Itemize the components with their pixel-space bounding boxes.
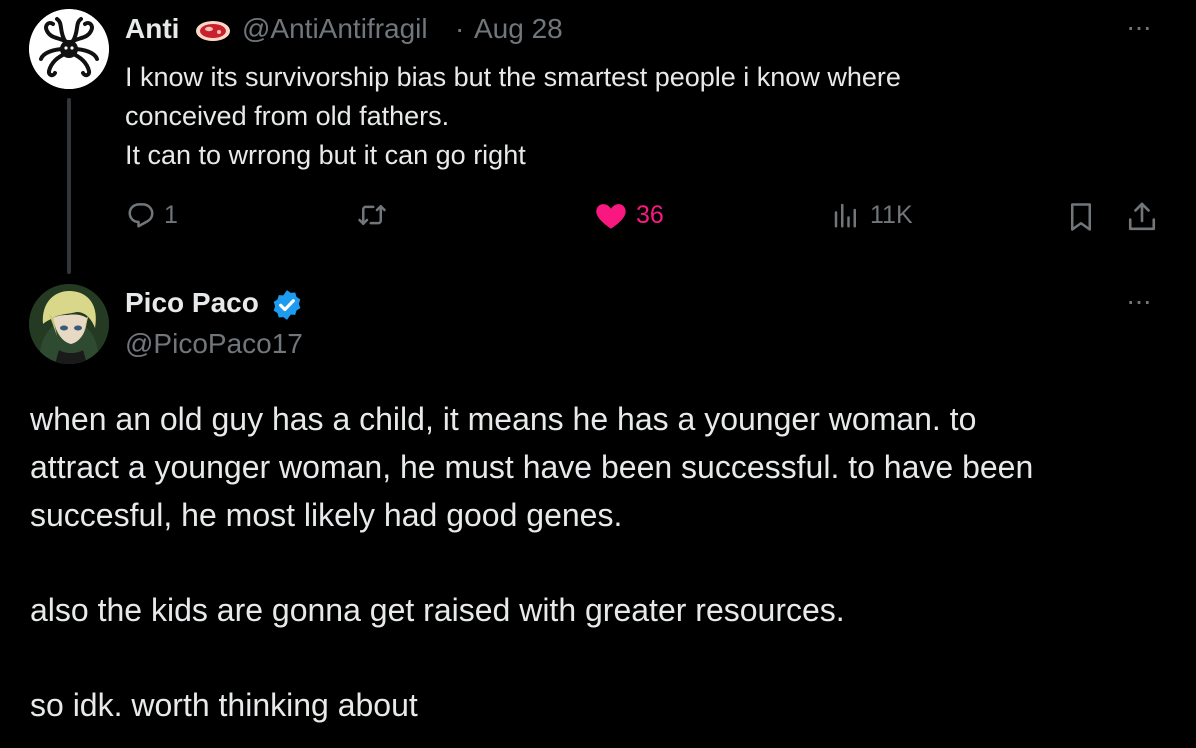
reply-count: 1: [164, 200, 178, 229]
heart-filled-icon: [596, 204, 626, 229]
views-button[interactable]: 11K: [830, 200, 913, 230]
bookmark-button[interactable]: [1066, 200, 1096, 234]
parent-handle[interactable]: @AntiAntifragil: [242, 13, 428, 45]
retweet-icon: [358, 205, 386, 225]
anime-avatar-icon: [29, 284, 109, 364]
view-count: 11K: [870, 200, 913, 229]
parent-avatar[interactable]: [29, 9, 109, 89]
text-line: when an old guy has a child, it means he…: [30, 401, 977, 437]
verified-badge-icon[interactable]: [270, 288, 304, 327]
reply-button[interactable]: 1: [126, 200, 178, 230]
thread-connector-line: [67, 98, 71, 274]
reply-tweet-text: when an old guy has a child, it means he…: [30, 395, 1170, 729]
parent-tweet-text: I know its survivorship bias but the sma…: [125, 58, 1085, 175]
share-button[interactable]: [1126, 200, 1158, 234]
retweet-button[interactable]: [356, 200, 396, 230]
share-icon: [1128, 202, 1156, 231]
reply-handle[interactable]: @PicoPaco17: [125, 328, 303, 360]
parent-more-button[interactable]: ···: [1126, 11, 1152, 43]
steak-emoji-icon: [195, 20, 231, 47]
like-button[interactable]: 36: [594, 200, 664, 230]
analytics-icon: [834, 203, 856, 228]
text-line: so idk. worth thinking about: [30, 687, 418, 723]
text-line: conceived from old fathers.: [125, 101, 450, 131]
text-line: also the kids are gonna get raised with …: [30, 592, 845, 628]
text-line: It can to wrrong but it can go right: [125, 140, 526, 170]
bookmark-icon: [1071, 203, 1091, 231]
reply-avatar[interactable]: [29, 284, 109, 364]
reply-icon: [128, 203, 154, 228]
parent-author-name[interactable]: Anti: [125, 13, 179, 45]
like-count: 36: [636, 200, 664, 229]
reply-author-name[interactable]: Pico Paco: [125, 287, 259, 319]
text-line: I know its survivorship bias but the sma…: [125, 62, 901, 92]
text-line: succesful, he most likely had good genes…: [30, 497, 623, 533]
medusa-logo-icon: [29, 9, 109, 89]
reply-more-button[interactable]: ···: [1126, 285, 1152, 317]
parent-date[interactable]: Aug 28: [474, 13, 563, 45]
meta-separator: ·: [455, 13, 465, 44]
text-line: attract a younger woman, he must have be…: [30, 449, 1034, 485]
